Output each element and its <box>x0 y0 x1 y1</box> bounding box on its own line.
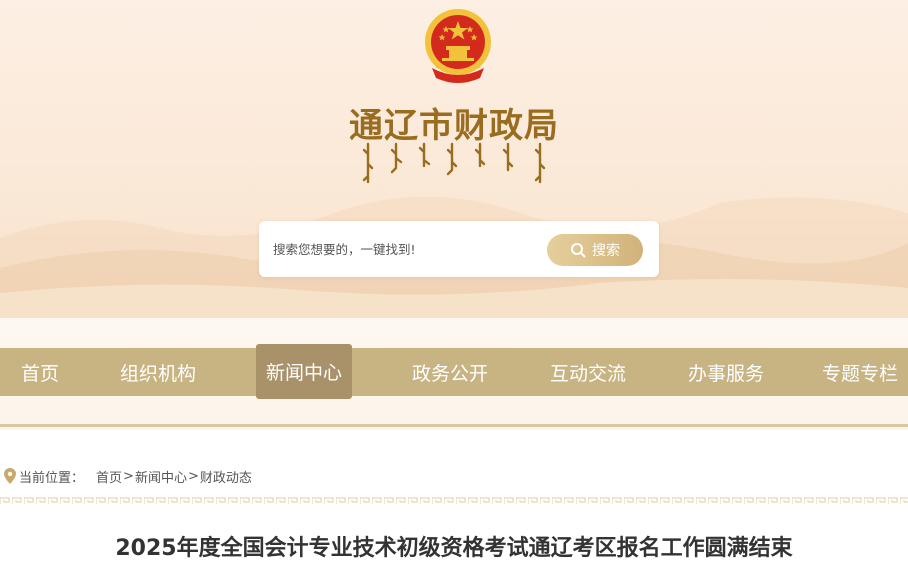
nav-item-news-center[interactable]: 新闻中心 <box>256 344 352 399</box>
search-button-label: 搜索 <box>592 243 620 259</box>
location-pin-icon <box>4 468 16 484</box>
decorative-fret-border <box>0 497 908 505</box>
search-button[interactable]: 搜索 <box>547 234 643 266</box>
breadcrumb-separator: > <box>123 468 134 484</box>
nav-divider <box>0 424 908 427</box>
search-input[interactable] <box>273 233 543 265</box>
search-box: 搜索 <box>259 221 659 277</box>
breadcrumb-prefix: 当前位置： <box>19 470 85 486</box>
nav-item-interaction[interactable]: 互动交流 <box>540 348 636 396</box>
breadcrumb: 当前位置： 首页 > 新闻中心 > 财政动态 <box>4 466 252 486</box>
breadcrumb-home[interactable]: 首页 <box>96 467 122 486</box>
nav-item-services[interactable]: 办事服务 <box>678 348 774 396</box>
nav-item-government-affairs[interactable]: 政务公开 <box>402 348 498 396</box>
breadcrumb-finance-news[interactable]: 财政动态 <box>200 467 252 486</box>
nav-item-home[interactable]: 首页 <box>10 348 70 396</box>
search-icon <box>571 243 586 258</box>
mongolian-title-script <box>362 142 546 184</box>
nav-item-special-topics[interactable]: 专题专栏 <box>812 348 908 396</box>
article-title: 2025年度全国会计专业技术初级资格考试通辽考区报名工作圆满结束 <box>115 536 793 561</box>
nav-item-organization[interactable]: 组织机构 <box>110 348 206 396</box>
breadcrumb-separator: > <box>187 468 199 484</box>
national-emblem-icon <box>425 9 491 83</box>
header-banner: 通辽市财政局 搜索 <box>0 0 908 318</box>
breadcrumb-news-center[interactable]: 新闻中心 <box>135 467 187 486</box>
